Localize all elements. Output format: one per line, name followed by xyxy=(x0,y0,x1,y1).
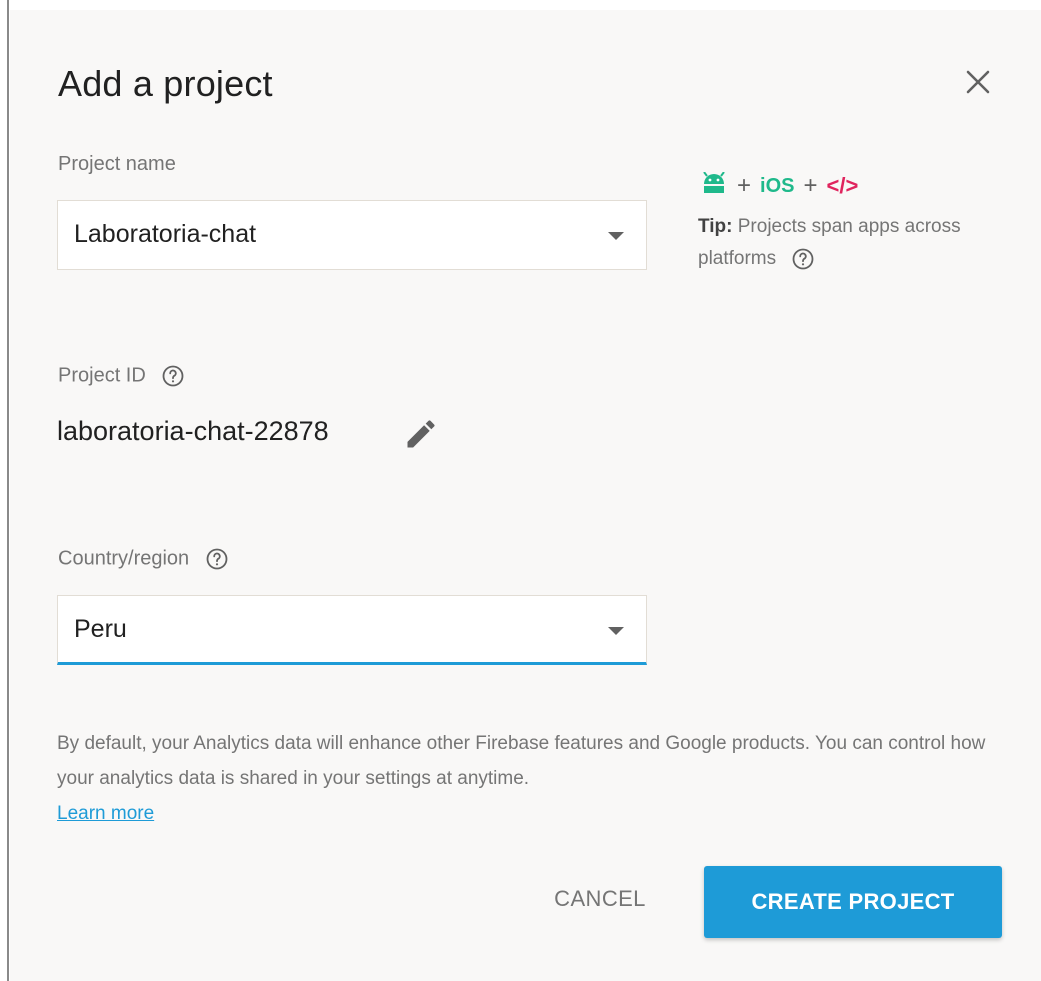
plus-sign: + xyxy=(737,172,752,199)
plus-sign: + xyxy=(803,172,818,199)
project-name-value: Laboratoria-chat xyxy=(74,220,257,248)
project-id-value: laboratoria-chat-22878 xyxy=(57,416,329,446)
create-project-button[interactable]: CREATE PROJECT xyxy=(704,866,1002,938)
project-id-label: Project ID xyxy=(58,364,185,388)
analytics-info: By default, your Analytics data will enh… xyxy=(57,726,1017,831)
country-label-text: Country/region xyxy=(58,547,190,570)
page-divider xyxy=(7,0,9,981)
country-value: Peru xyxy=(74,615,127,643)
project-name-select[interactable]: Laboratoria-chat xyxy=(57,200,647,270)
help-icon[interactable] xyxy=(205,547,229,571)
platform-icons: + iOS + </> xyxy=(700,171,859,200)
country-select[interactable]: Peru xyxy=(57,595,647,665)
project-name-label: Project name xyxy=(58,153,176,175)
tip-bold: Tip: xyxy=(698,216,733,237)
country-label: Country/region xyxy=(58,547,229,571)
analytics-text: By default, your Analytics data will enh… xyxy=(57,733,986,789)
project-id-label-text: Project ID xyxy=(58,364,146,387)
add-project-dialog: Add a project Project name Laboratoria-c… xyxy=(10,10,1041,981)
close-icon[interactable] xyxy=(958,62,998,102)
help-icon[interactable] xyxy=(161,364,185,388)
ios-icon: iOS xyxy=(760,174,795,197)
tip-text: Tip: Projects span apps across platforms xyxy=(698,211,968,275)
dropdown-arrow-icon xyxy=(608,232,624,240)
dropdown-arrow-icon xyxy=(608,627,624,635)
web-code-icon: </> xyxy=(826,173,859,198)
tip-body: Projects span apps across platforms xyxy=(698,216,961,269)
dialog-title: Add a project xyxy=(58,63,273,104)
edit-pencil-icon[interactable] xyxy=(403,416,439,452)
android-icon xyxy=(700,171,728,200)
help-icon[interactable] xyxy=(791,247,815,271)
cancel-button[interactable]: CANCEL xyxy=(530,876,670,922)
learn-more-link[interactable]: Learn more xyxy=(57,796,154,831)
